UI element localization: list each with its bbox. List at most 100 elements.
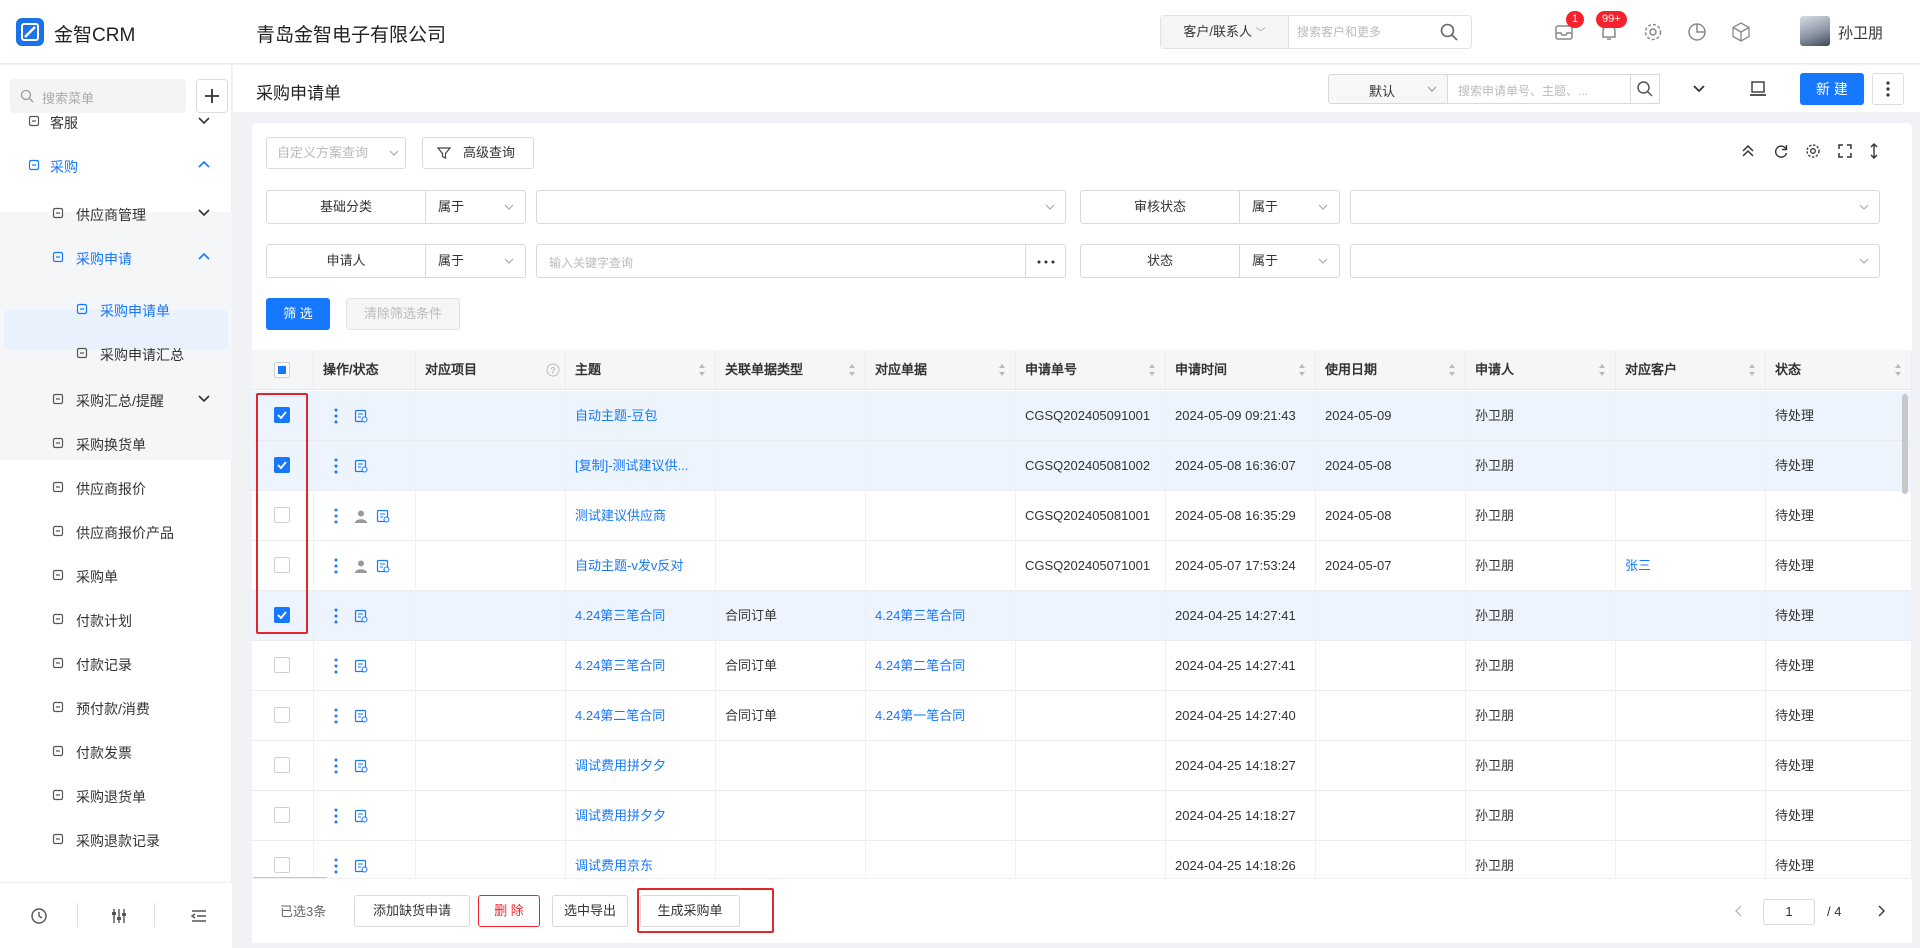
view-select[interactable]: 默认 xyxy=(1328,74,1448,104)
user-name[interactable]: 孙卫朋 xyxy=(1838,22,1883,43)
sidebar-item[interactable]: 供应商报价 xyxy=(0,467,232,507)
table-row[interactable]: 调试费用拼夕夕 2024-04-25 14:18:27 孙卫朋 待处理 xyxy=(252,791,1912,841)
sidebar-item[interactable]: 采购单 xyxy=(0,555,232,595)
app-name[interactable]: 金智CRM xyxy=(54,20,135,47)
vertical-scrollbar[interactable] xyxy=(1902,394,1908,494)
sidebar-item[interactable]: 付款计划 xyxy=(0,599,232,639)
filter-value-audit-status-select[interactable] xyxy=(1350,190,1880,224)
column-header[interactable]: 关联单据类型 xyxy=(716,350,866,390)
chevron-down-icon[interactable] xyxy=(1692,82,1706,96)
cell-customer[interactable]: 张三 xyxy=(1616,541,1766,591)
chevron-right-icon[interactable] xyxy=(1876,905,1886,917)
global-search-input[interactable]: 搜索客户和更多 xyxy=(1297,16,1427,48)
chevron-left-icon[interactable] xyxy=(1734,905,1744,917)
page-number-input[interactable]: 1 xyxy=(1763,899,1815,925)
column-header[interactable]: 申请时间 xyxy=(1166,350,1316,390)
sliders-icon[interactable] xyxy=(110,907,128,925)
sort-icon[interactable] xyxy=(998,363,1006,377)
app-logo-icon[interactable] xyxy=(16,18,44,46)
sidebar-item[interactable]: 采购汇总/提醒 xyxy=(0,379,232,419)
sort-icon[interactable] xyxy=(848,363,856,377)
export-selected-button[interactable]: 选中导出 xyxy=(552,895,628,927)
document-status-icon[interactable] xyxy=(354,809,368,823)
row-checkbox[interactable] xyxy=(274,657,290,673)
sort-icon[interactable] xyxy=(1298,363,1306,377)
filter-op-audit-status[interactable]: 属于 xyxy=(1240,190,1340,224)
pie-chart-icon[interactable] xyxy=(1685,20,1709,44)
document-status-icon[interactable] xyxy=(354,609,368,623)
document-status-icon[interactable] xyxy=(376,559,390,573)
document-status-icon[interactable] xyxy=(354,659,368,673)
document-status-icon[interactable] xyxy=(354,859,368,873)
sidebar-item[interactable]: 采购申请 xyxy=(0,237,232,277)
cell-subject[interactable]: 4.24第三笔合同 xyxy=(566,641,716,691)
sidebar-item[interactable]: 采购 xyxy=(0,145,232,185)
sort-icon[interactable] xyxy=(1894,363,1902,377)
sidebar-item[interactable]: 采购申请汇总 xyxy=(0,333,232,373)
cell-subject[interactable]: 自动主题-v发v反对 xyxy=(566,541,716,591)
row-menu-icon[interactable] xyxy=(334,608,338,624)
sort-icon[interactable] xyxy=(1448,363,1456,377)
column-header[interactable]: 对应客户 xyxy=(1616,350,1766,390)
document-status-icon[interactable] xyxy=(354,409,368,423)
cell-ref-doc[interactable]: 4.24第二笔合同 xyxy=(866,641,1016,691)
row-menu-icon[interactable] xyxy=(334,408,338,424)
column-header[interactable]: 申请人 xyxy=(1466,350,1616,390)
select-all-checkbox[interactable] xyxy=(274,362,290,378)
help-icon[interactable]: ? xyxy=(546,363,560,377)
applicant-picker-button[interactable] xyxy=(1025,244,1066,278)
document-status-icon[interactable] xyxy=(354,709,368,723)
document-status-icon[interactable] xyxy=(354,759,368,773)
table-row[interactable]: 测试建议供应商 CGSQ202405081001 2024-05-08 16:35:… xyxy=(252,491,1912,541)
filter-value-status-select[interactable] xyxy=(1350,244,1880,278)
column-header[interactable]: 对应单据 xyxy=(866,350,1016,390)
row-menu-icon[interactable] xyxy=(334,858,338,874)
cell-subject[interactable]: 4.24第三笔合同 xyxy=(566,591,716,641)
table-row[interactable]: 调试费用拼夕夕 2024-04-25 14:18:27 孙卫朋 待处理 xyxy=(252,741,1912,791)
gear-icon[interactable] xyxy=(1641,20,1665,44)
cell-subject[interactable]: 测试建议供应商 xyxy=(566,491,716,541)
cell-subject[interactable]: [复制]-测试建议供... xyxy=(566,441,716,491)
collapse-up-icon[interactable] xyxy=(1740,143,1756,159)
sidebar-item[interactable]: 采购换货单 xyxy=(0,423,232,463)
collapse-menu-icon[interactable] xyxy=(190,907,208,925)
sidebar-item[interactable]: 采购申请单 xyxy=(0,289,232,329)
search-icon[interactable] xyxy=(1439,22,1459,42)
table-row[interactable]: [复制]-测试建议供... CGSQ202405081002 2024-05-08 … xyxy=(252,441,1912,491)
column-header[interactable]: 申请单号 xyxy=(1016,350,1166,390)
filter-value-category-select[interactable] xyxy=(536,190,1066,224)
sidebar-item[interactable]: 客服 xyxy=(0,101,232,141)
row-menu-icon[interactable] xyxy=(334,558,338,574)
sidebar-item[interactable]: 付款发票 xyxy=(0,731,232,771)
row-menu-icon[interactable] xyxy=(334,458,338,474)
filter-op-category[interactable]: 属于 xyxy=(426,190,526,224)
row-menu-icon[interactable] xyxy=(334,758,338,774)
row-menu-icon[interactable] xyxy=(334,708,338,724)
list-search-input[interactable]: 搜索申请单号、主题、... xyxy=(1447,74,1631,104)
avatar[interactable] xyxy=(1800,16,1830,46)
table-row[interactable]: 4.24第三笔合同 合同订单 4.24第三笔合同 2024-04-25 14:27:4… xyxy=(252,591,1912,641)
cell-subject[interactable]: 自动主题-豆包 xyxy=(566,391,716,441)
row-menu-icon[interactable] xyxy=(334,658,338,674)
table-row[interactable]: 自动主题-豆包 CGSQ202405091001 2024-05-09 09:21:… xyxy=(252,391,1912,441)
sidebar-item[interactable]: 供应商管理 xyxy=(0,193,232,233)
fullscreen-icon[interactable] xyxy=(1837,143,1853,159)
filter-button[interactable]: 筛 选 xyxy=(266,298,330,330)
filter-value-applicant-input[interactable]: 输入关键字查询 xyxy=(536,244,1026,278)
add-shortage-request-button[interactable]: 添加缺货申请 xyxy=(354,895,470,927)
sidebar-item[interactable]: 付款记录 xyxy=(0,643,232,683)
table-row[interactable]: 4.24第三笔合同 合同订单 4.24第二笔合同 2024-04-25 14:27:4… xyxy=(252,641,1912,691)
document-status-icon[interactable] xyxy=(354,459,368,473)
column-header[interactable]: 操作/状态 xyxy=(314,350,416,390)
row-checkbox[interactable] xyxy=(274,857,290,873)
row-checkbox[interactable] xyxy=(274,807,290,823)
cell-subject[interactable]: 4.24第二笔合同 xyxy=(566,691,716,741)
column-header[interactable]: 对应项目? xyxy=(416,350,566,390)
cell-ref-doc[interactable]: 4.24第一笔合同 xyxy=(866,691,1016,741)
settings-icon[interactable] xyxy=(1805,143,1821,159)
filter-op-status[interactable]: 属于 xyxy=(1240,244,1340,278)
import-icon[interactable] xyxy=(1748,79,1768,99)
history-icon[interactable] xyxy=(30,907,48,925)
sidebar-item[interactable]: 预付款/消费 xyxy=(0,687,232,727)
cell-subject[interactable]: 调试费用拼夕夕 xyxy=(566,791,716,841)
